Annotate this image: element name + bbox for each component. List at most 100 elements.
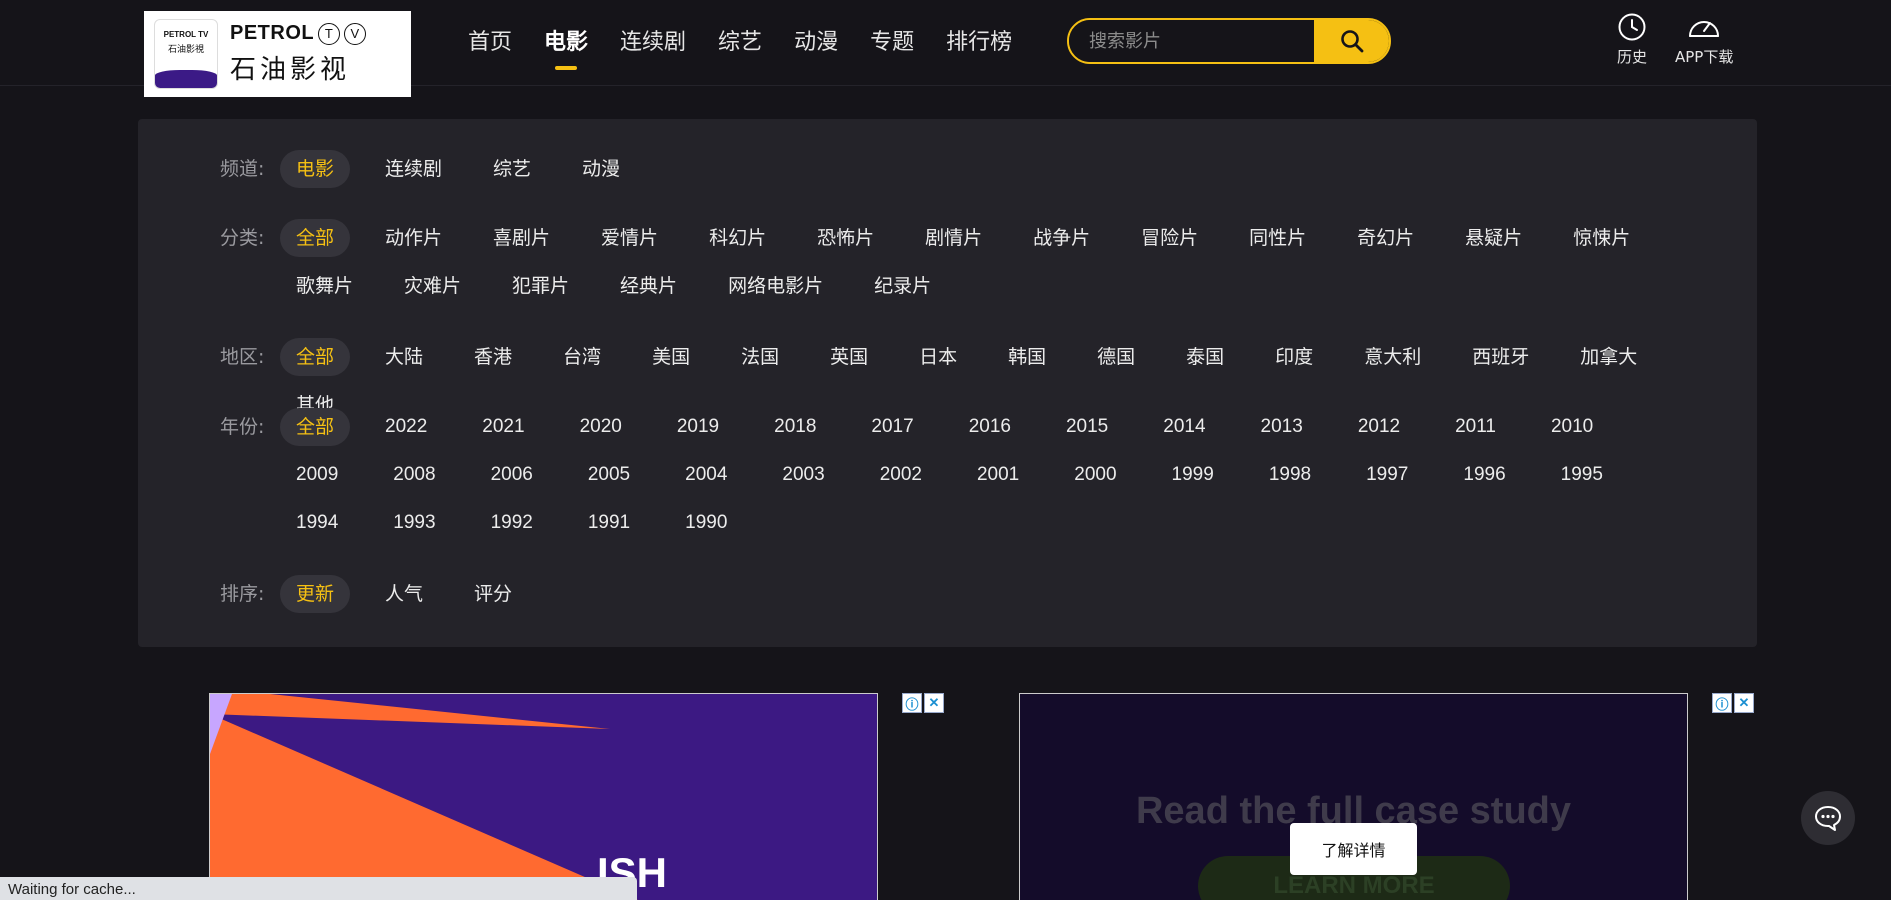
filter-option-year[interactable]: 1996: [1447, 456, 1521, 494]
filter-option-year[interactable]: 2018: [758, 408, 832, 446]
nav-item[interactable]: 首页: [468, 24, 512, 56]
filter-option-category[interactable]: 悬疑片: [1449, 219, 1538, 257]
filter-option-year[interactable]: 1997: [1350, 456, 1424, 494]
filter-option-year[interactable]: 全部: [280, 408, 351, 446]
filter-option-category[interactable]: 全部: [280, 219, 351, 257]
filter-option-region[interactable]: 英国: [814, 338, 884, 376]
filter-option-year[interactable]: 2008: [377, 456, 451, 494]
filter-option-category[interactable]: 喜剧片: [477, 219, 566, 257]
filter-option-sort[interactable]: 人气: [369, 575, 439, 613]
nav-item[interactable]: 动漫: [794, 24, 838, 56]
app-download-button[interactable]: APP下载: [1675, 12, 1733, 67]
nav-item[interactable]: 专题: [870, 24, 914, 56]
filter-option-category[interactable]: 奇幻片: [1341, 219, 1430, 257]
filter-option-region[interactable]: 韩国: [992, 338, 1062, 376]
filter-option-year[interactable]: 2009: [280, 456, 354, 494]
filter-option-region[interactable]: 印度: [1259, 338, 1329, 376]
filter-option-category[interactable]: 惊悚片: [1557, 219, 1646, 257]
filter-option-year[interactable]: 2021: [466, 408, 540, 446]
filter-option-year[interactable]: 1999: [1156, 456, 1230, 494]
history-button[interactable]: 历史: [1617, 12, 1647, 67]
logo-badge-top: PETROL TV: [163, 30, 209, 39]
site-header: PETROL TV 石油影視 PETROL T V 石油影视 首页 电影 连续剧 综艺…: [0, 0, 1891, 97]
filter-option-year[interactable]: 2014: [1147, 408, 1221, 446]
filter-option-category[interactable]: 经典片: [604, 267, 693, 305]
filter-option-year[interactable]: 2006: [475, 456, 549, 494]
filter-option-year[interactable]: 1994: [280, 504, 354, 542]
search-button[interactable]: [1314, 20, 1389, 62]
filter-option-region[interactable]: 台湾: [547, 338, 617, 376]
filter-option-category[interactable]: 纪录片: [858, 267, 947, 305]
filter-option-channel[interactable]: 动漫: [566, 150, 636, 188]
filter-option-year[interactable]: 2003: [766, 456, 840, 494]
filter-option-year[interactable]: 2002: [864, 456, 938, 494]
site-logo[interactable]: PETROL TV 石油影視 PETROL T V 石油影视: [144, 11, 411, 97]
filter-option-channel[interactable]: 连续剧: [369, 150, 458, 188]
filter-option-category[interactable]: 科幻片: [693, 219, 782, 257]
filter-option-region[interactable]: 法国: [725, 338, 795, 376]
filter-option-region[interactable]: 美国: [636, 338, 706, 376]
learn-more-button[interactable]: 了解详情: [1290, 823, 1417, 875]
filter-option-year[interactable]: 2019: [661, 408, 735, 446]
filter-option-year[interactable]: 2005: [572, 456, 646, 494]
ad-banner-left[interactable]: ISH: [209, 693, 878, 900]
filter-option-category[interactable]: 战争片: [1017, 219, 1106, 257]
filter-option-year[interactable]: 1998: [1253, 456, 1327, 494]
filter-option-channel[interactable]: 电影: [280, 150, 351, 188]
filter-option-year[interactable]: 1995: [1545, 456, 1619, 494]
filter-option-category[interactable]: 爱情片: [585, 219, 674, 257]
filter-option-category[interactable]: 灾难片: [388, 267, 477, 305]
filter-option-year[interactable]: 2012: [1342, 408, 1416, 446]
filter-option-category[interactable]: 冒险片: [1125, 219, 1214, 257]
filter-option-category[interactable]: 剧情片: [909, 219, 998, 257]
filter-option-region[interactable]: 日本: [903, 338, 973, 376]
ad-close-icon[interactable]: ✕: [1734, 693, 1754, 713]
filter-option-region[interactable]: 泰国: [1170, 338, 1240, 376]
filter-option-year[interactable]: 2017: [855, 408, 929, 446]
filter-option-region[interactable]: 加拿大: [1564, 338, 1653, 376]
filter-option-category[interactable]: 同性片: [1233, 219, 1322, 257]
filter-option-region[interactable]: 德国: [1081, 338, 1151, 376]
filter-option-channel[interactable]: 综艺: [477, 150, 547, 188]
filter-option-region[interactable]: 香港: [458, 338, 528, 376]
filter-option-sort[interactable]: 评分: [458, 575, 528, 613]
filter-option-year[interactable]: 2000: [1058, 456, 1132, 494]
filter-option-region[interactable]: 全部: [280, 338, 351, 376]
filter-option-year[interactable]: 2001: [961, 456, 1035, 494]
ad-close-icon[interactable]: ✕: [924, 693, 944, 713]
filter-option-year[interactable]: 1990: [669, 504, 743, 542]
filter-option-year[interactable]: 2022: [369, 408, 443, 446]
search-input[interactable]: [1069, 20, 1314, 62]
filter-option-region[interactable]: 西班牙: [1456, 338, 1545, 376]
nav-item[interactable]: 排行榜: [946, 24, 1012, 56]
nav-item[interactable]: 综艺: [718, 24, 762, 56]
gauge-icon: [1689, 21, 1720, 37]
filter-option-year[interactable]: 2015: [1050, 408, 1124, 446]
filter-option-year[interactable]: 2004: [669, 456, 743, 494]
filter-option-category[interactable]: 动作片: [369, 219, 458, 257]
filter-option-year[interactable]: 2016: [953, 408, 1027, 446]
filter-option-year[interactable]: 2011: [1439, 408, 1512, 446]
filter-option-year[interactable]: 2010: [1535, 408, 1609, 446]
logo-brand-zh: 石油影视: [230, 55, 351, 85]
ad-info-icon[interactable]: ⓘ: [902, 693, 922, 713]
ad-left-graphic: [210, 694, 638, 900]
filter-option-category[interactable]: 歌舞片: [280, 267, 369, 305]
filter-option-region[interactable]: 意大利: [1348, 338, 1437, 376]
filter-option-category[interactable]: 网络电影片: [712, 267, 839, 305]
filter-option-year[interactable]: 1993: [377, 504, 451, 542]
filter-option-sort[interactable]: 更新: [280, 575, 351, 613]
chat-button[interactable]: [1801, 791, 1855, 845]
nav-item[interactable]: 连续剧: [620, 24, 686, 56]
filter-option-year[interactable]: 2020: [564, 408, 638, 446]
ad-left-controls: ⓘ ✕: [902, 693, 944, 713]
filter-option-category[interactable]: 恐怖片: [801, 219, 890, 257]
filter-option-region[interactable]: 大陆: [369, 338, 439, 376]
filter-option-category[interactable]: 犯罪片: [496, 267, 585, 305]
ad-info-icon[interactable]: ⓘ: [1712, 693, 1732, 713]
filter-option-year[interactable]: 1992: [475, 504, 549, 542]
nav-item[interactable]: 电影: [544, 24, 588, 56]
filter-option-year[interactable]: 2013: [1245, 408, 1319, 446]
filter-option-year[interactable]: 1991: [572, 504, 646, 542]
search-icon: [1340, 30, 1363, 53]
